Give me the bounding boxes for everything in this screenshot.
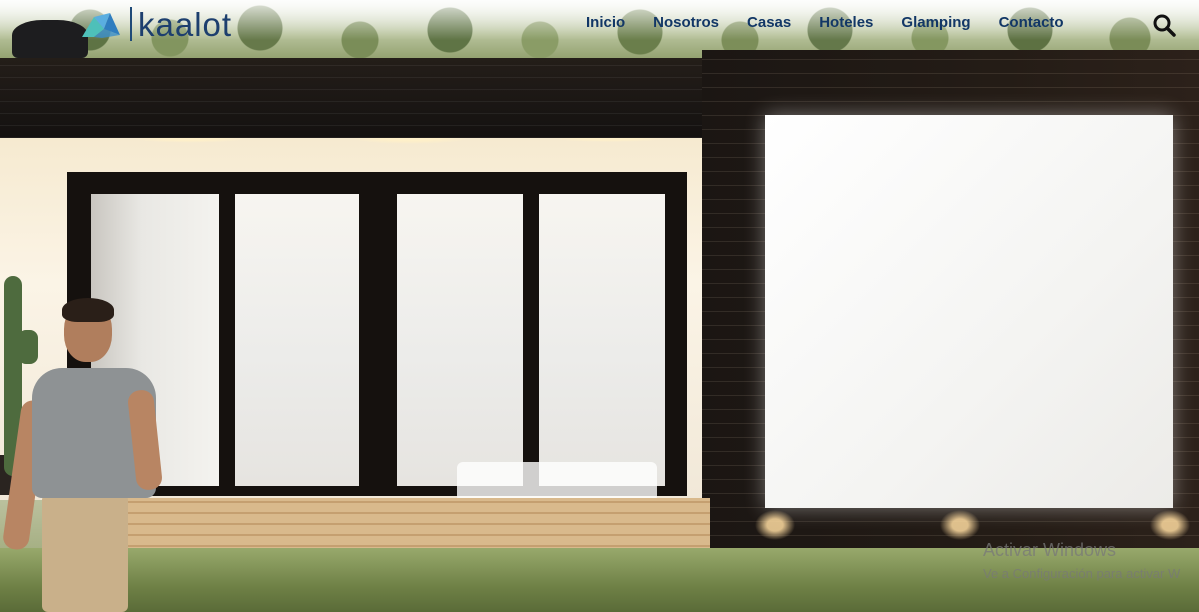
hero-image xyxy=(0,0,1199,612)
brand-name: kaalot xyxy=(138,5,233,43)
search-icon xyxy=(1153,14,1176,37)
nav-item-inicio[interactable]: Inicio xyxy=(586,14,625,31)
house-roof xyxy=(0,58,702,138)
activation-title: Activar Windows xyxy=(983,540,1117,560)
house-large-window xyxy=(765,115,1173,508)
search-button[interactable] xyxy=(1152,13,1176,37)
nav-item-hoteles[interactable]: Hoteles xyxy=(819,14,873,31)
nav-item-contacto[interactable]: Contacto xyxy=(999,14,1064,31)
nav-item-nosotros[interactable]: Nosotros xyxy=(653,14,719,31)
site-header: kaalot Inicio Nosotros Casas Hoteles Gla… xyxy=(0,0,1199,58)
sliding-glass-doors xyxy=(67,172,687,502)
activation-subtitle: Ve a Configuración para activar W xyxy=(983,566,1181,581)
brand-logo[interactable]: kaalot xyxy=(80,6,232,42)
house-logo-icon xyxy=(82,13,120,38)
main-nav: Inicio Nosotros Casas Hoteles Glamping C… xyxy=(572,14,1078,31)
nav-item-casas[interactable]: Casas xyxy=(747,14,791,31)
windows-activation-watermark: Activar Windows Ve a Configuración para … xyxy=(983,540,1180,581)
nav-item-glamping[interactable]: Glamping xyxy=(901,14,970,31)
